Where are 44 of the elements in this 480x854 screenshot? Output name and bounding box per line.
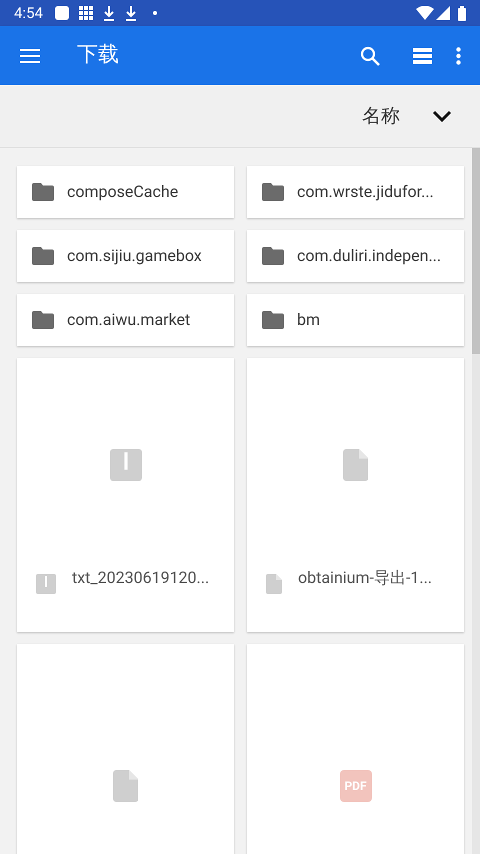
download-icon [102,6,115,20]
folder-name: com.duliri.indepen... [297,245,442,267]
folder-name: com.sijiu.gamebox [67,245,202,267]
more-icon [456,46,460,64]
dot-icon [152,11,157,15]
archive-icon [36,574,56,594]
folder-name: bm [297,309,320,331]
folder-card[interactable]: bm [247,294,464,346]
menu-icon [20,48,40,62]
grid-icon [78,6,93,20]
archive-icon [110,449,142,481]
folder-card[interactable]: composeCache [17,166,234,218]
folder-name: composeCache [67,181,178,203]
chevron-down-icon[interactable] [432,110,452,122]
file-card[interactable]: txt_20230619120... [17,358,234,632]
folder-icon [32,183,54,201]
search-icon [360,46,380,66]
document-icon [342,449,368,481]
folder-icon [32,247,54,265]
screen-title: 下载 [77,42,120,69]
folder-name: com.wrste.jidufor... [297,181,434,203]
document-icon [112,770,138,802]
folder-card[interactable]: com.aiwu.market [17,294,234,346]
clock: 4:54 [14,2,43,24]
battery-icon [458,6,466,20]
folder-card[interactable]: com.duliri.indepen... [247,230,464,282]
list-icon [412,48,432,64]
wifi-icon [416,6,434,20]
sort-label[interactable]: 名称 [362,102,400,130]
folder-card[interactable]: com.sijiu.gamebox [17,230,234,282]
folder-icon [32,311,54,329]
folder-icon [262,311,284,329]
file-name: obtainium-导出-1... [298,567,432,589]
app-notification-icon [54,6,69,20]
file-name: txt_20230619120... [72,567,210,589]
pdf-icon: PDF [340,770,372,802]
folder-card[interactable]: com.wrste.jidufor... [247,166,464,218]
download-icon [124,6,137,20]
folder-icon [262,247,284,265]
folder-icon [262,183,284,201]
signal-icon [436,6,450,20]
file-card[interactable]: obtainium-导出-1... [247,358,464,632]
folder-name: com.aiwu.market [67,309,190,331]
document-icon [266,574,282,594]
